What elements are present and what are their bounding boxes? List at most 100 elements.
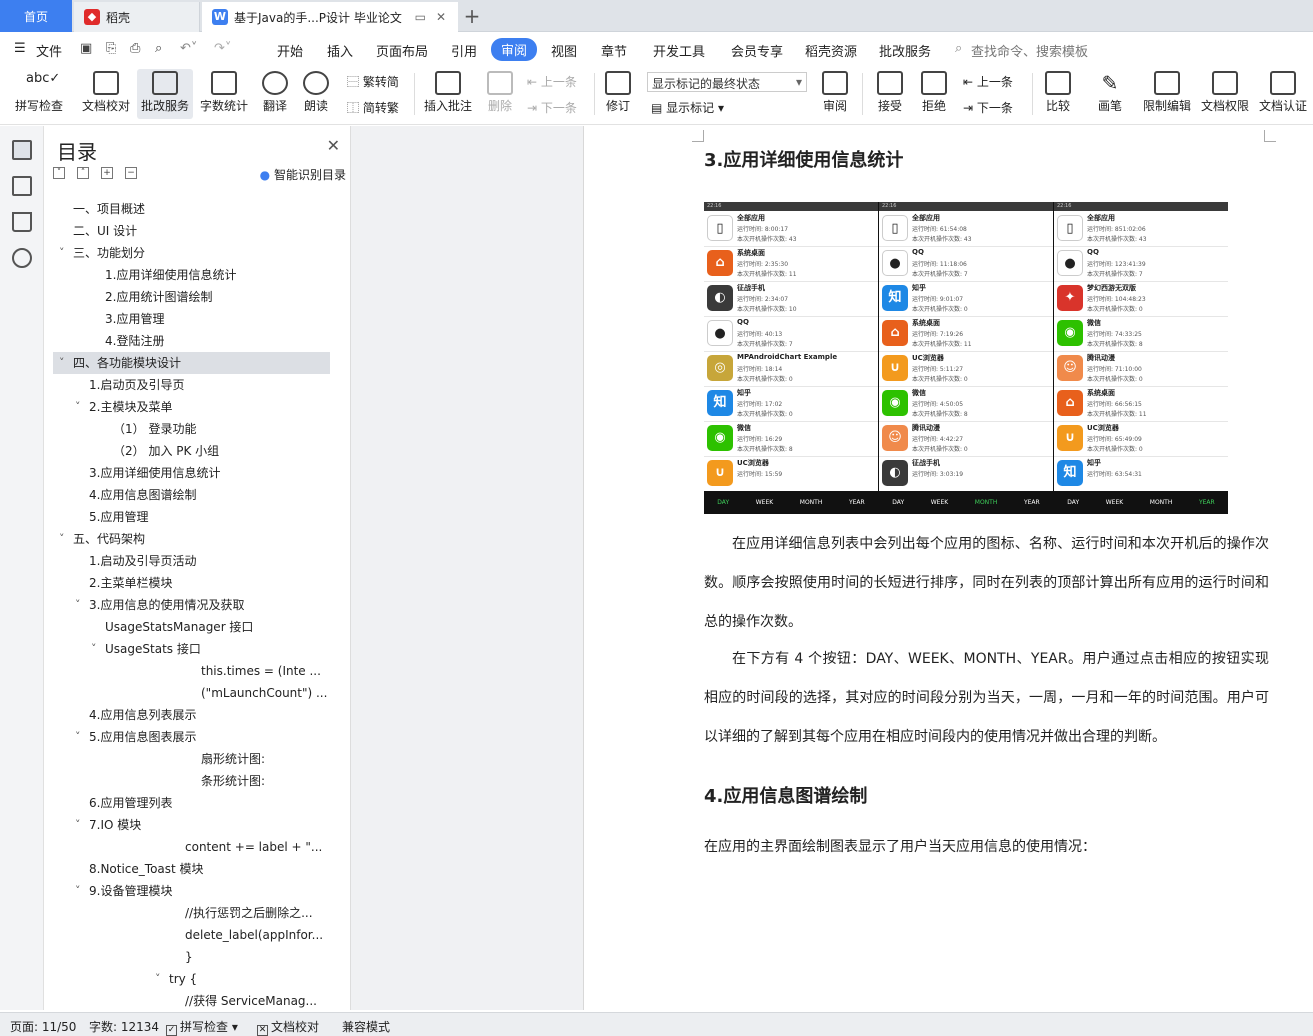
toc-item[interactable]: （2） 加入 PK 小组	[53, 440, 330, 462]
menu-page-layout[interactable]: 页面布局	[376, 41, 428, 60]
redo-icon[interactable]: ↷˅	[214, 41, 231, 56]
toc-item[interactable]: （1） 登录功能	[53, 418, 330, 440]
toc-item[interactable]: this.times = (Inte ...	[53, 660, 330, 682]
toc-item[interactable]: 4.登陆注册	[53, 330, 330, 352]
menu-reference[interactable]: 引用	[451, 41, 477, 60]
prev-comment-button[interactable]: ⇤ 上一条	[527, 73, 577, 90]
page-indicator[interactable]: 页面: 11/50	[10, 1018, 76, 1035]
toc-item[interactable]: ˅ 三、功能划分	[53, 242, 330, 264]
preview-icon[interactable]: ⌕	[155, 41, 162, 56]
tab-document[interactable]: W 基于Java的手...P设计 毕业论文 ▭ ✕	[202, 2, 458, 32]
menu-chapter[interactable]: 章节	[601, 41, 627, 60]
chevron-down-icon[interactable]: ˅	[59, 247, 69, 258]
hamburger-icon[interactable]: ☰	[14, 41, 26, 56]
add-level-icon[interactable]: +	[101, 167, 113, 179]
add-tab-icon[interactable]: +	[460, 4, 484, 28]
toc-item[interactable]: delete_label(appInfor...	[53, 924, 330, 946]
undo-icon[interactable]: ↶˅	[180, 41, 197, 56]
review-pane-button[interactable]: 审阅	[815, 69, 855, 119]
word-count-status[interactable]: 字数: 12134	[89, 1018, 159, 1035]
toc-item[interactable]: //执行惩罚之后删除之...	[53, 902, 330, 924]
collapse-all-icon[interactable]: ˅	[53, 167, 65, 179]
chevron-down-icon[interactable]: ˅	[59, 357, 69, 368]
revise-button[interactable]: 修订	[598, 69, 638, 119]
remove-level-icon[interactable]: −	[125, 167, 137, 179]
toc-item[interactable]: 1.启动页及引导页	[53, 374, 330, 396]
toc-item[interactable]: ˅ 2.主模块及菜单	[53, 396, 330, 418]
next-change-button[interactable]: ⇥ 下一条	[963, 99, 1013, 116]
toc-item[interactable]: ˅ 5.应用信息图表展示	[53, 726, 330, 748]
menu-insert[interactable]: 插入	[327, 41, 353, 60]
toc-item[interactable]: 4.应用信息列表展示	[53, 704, 330, 726]
insert-comment-button[interactable]: 插入批注	[420, 69, 476, 119]
menu-file[interactable]: 文件	[36, 41, 62, 60]
toc-item[interactable]: content += label + "...	[53, 836, 330, 858]
command-search[interactable]: 查找命令、搜索模板	[971, 41, 1088, 60]
chevron-down-icon[interactable]: ˅	[75, 731, 85, 742]
restrict-edit-button[interactable]: 限制编辑	[1140, 69, 1194, 119]
compare-button[interactable]: 比较	[1038, 69, 1078, 119]
toc-item[interactable]: ˅ try {	[53, 968, 330, 990]
show-markup-button[interactable]: ▤ 显示标记 ▾	[651, 99, 724, 116]
expand-up-icon[interactable]: ˄	[77, 167, 89, 179]
toc-item[interactable]: 二、UI 设计	[53, 220, 330, 242]
toc-item[interactable]: //获得 ServiceManag...	[53, 990, 330, 1012]
accept-button[interactable]: 接受	[870, 69, 910, 119]
menu-start[interactable]: 开始	[277, 41, 303, 60]
doc-proof-button[interactable]: 文档校对	[78, 69, 134, 119]
doc-proof-toggle[interactable]: ✕ 文档校对	[257, 1018, 319, 1036]
chevron-down-icon[interactable]: ˅	[75, 885, 85, 896]
smart-toc-button[interactable]: ● 智能识别目录	[260, 166, 346, 183]
toc-item[interactable]: ("mLaunchCount") ...	[53, 682, 330, 704]
menu-view[interactable]: 视图	[551, 41, 577, 60]
close-icon[interactable]: ✕	[436, 10, 446, 24]
chevron-down-icon[interactable]: ˅	[75, 401, 85, 412]
reject-button[interactable]: 拒绝	[914, 69, 954, 119]
document-page[interactable]: 3.应用详细使用信息统计 22:16 ▯ 全部应用 运行时间: 8:00:17 本次开机…	[583, 126, 1313, 1010]
toc-item[interactable]: ˅ 五、代码架构	[53, 528, 330, 550]
bookmark-icon[interactable]	[12, 212, 32, 232]
chevron-down-icon[interactable]: ˅	[75, 819, 85, 830]
menu-review[interactable]: 审阅	[491, 38, 538, 61]
toc-item[interactable]: 4.应用信息图谱绘制	[53, 484, 330, 506]
export-icon[interactable]: ⎘	[106, 41, 116, 56]
toc-item[interactable]: 6.应用管理列表	[53, 792, 330, 814]
toc-item[interactable]: ˅ 四、各功能模块设计	[53, 352, 330, 374]
toc-item[interactable]: 8.Notice_Toast 模块	[53, 858, 330, 880]
toc-item[interactable]: ˅ 9.设备管理模块	[53, 880, 330, 902]
toc-item[interactable]: 1.应用详细使用信息统计	[53, 264, 330, 286]
tab-daoke[interactable]: ◆ 稻壳	[74, 2, 200, 32]
toc-item[interactable]: 扇形统计图:	[53, 748, 330, 770]
close-icon[interactable]: ✕	[327, 136, 340, 155]
doc-auth-button[interactable]: 文档认证	[1256, 69, 1310, 119]
correction-service-button[interactable]: 批改服务	[137, 69, 193, 119]
word-count-button[interactable]: 字数统计	[197, 69, 251, 119]
toc-item[interactable]: UsageStatsManager 接口	[53, 616, 330, 638]
toc-item[interactable]: ˅ UsageStats 接口	[53, 638, 330, 660]
chevron-down-icon[interactable]: ˅	[75, 599, 85, 610]
toc-item[interactable]: ˅ 3.应用信息的使用情况及获取	[53, 594, 330, 616]
spell-check-toggle[interactable]: ✓ 拼写检查 ▾	[166, 1018, 238, 1036]
trad-to-simp-button[interactable]: ⿱ 繁转简	[347, 73, 399, 90]
read-aloud-button[interactable]: 朗读	[298, 69, 334, 119]
chevron-down-icon[interactable]: ˅	[91, 643, 101, 654]
toc-item[interactable]: ˅ 7.IO 模块	[53, 814, 330, 836]
menu-dev-tools[interactable]: 开发工具	[653, 41, 705, 60]
toc-item[interactable]: 1.启动及引导页活动	[53, 550, 330, 572]
save-icon[interactable]: ▣	[80, 41, 92, 56]
pen-button[interactable]: ✎ 画笔	[1090, 69, 1130, 119]
toc-item[interactable]: 3.应用详细使用信息统计	[53, 462, 330, 484]
toc-item[interactable]: 一、项目概述	[53, 198, 330, 220]
tab-home[interactable]: 首页	[0, 0, 72, 32]
markup-state-select[interactable]: 显示标记的最终状态 ▾	[647, 72, 807, 92]
toc-icon[interactable]	[12, 140, 32, 160]
search-icon[interactable]	[12, 248, 32, 268]
chevron-down-icon[interactable]: ˅	[59, 533, 69, 544]
toc-item[interactable]: 条形统计图:	[53, 770, 330, 792]
print-icon[interactable]: ⎙	[130, 41, 140, 56]
toc-item[interactable]: 3.应用管理	[53, 308, 330, 330]
simp-to-trad-button[interactable]: ⿰ 简转繁	[347, 99, 399, 116]
outline-icon[interactable]	[12, 176, 32, 196]
spell-check-button[interactable]: abc✓ 拼写检查	[8, 69, 70, 119]
next-comment-button[interactable]: ⇥ 下一条	[527, 99, 577, 116]
